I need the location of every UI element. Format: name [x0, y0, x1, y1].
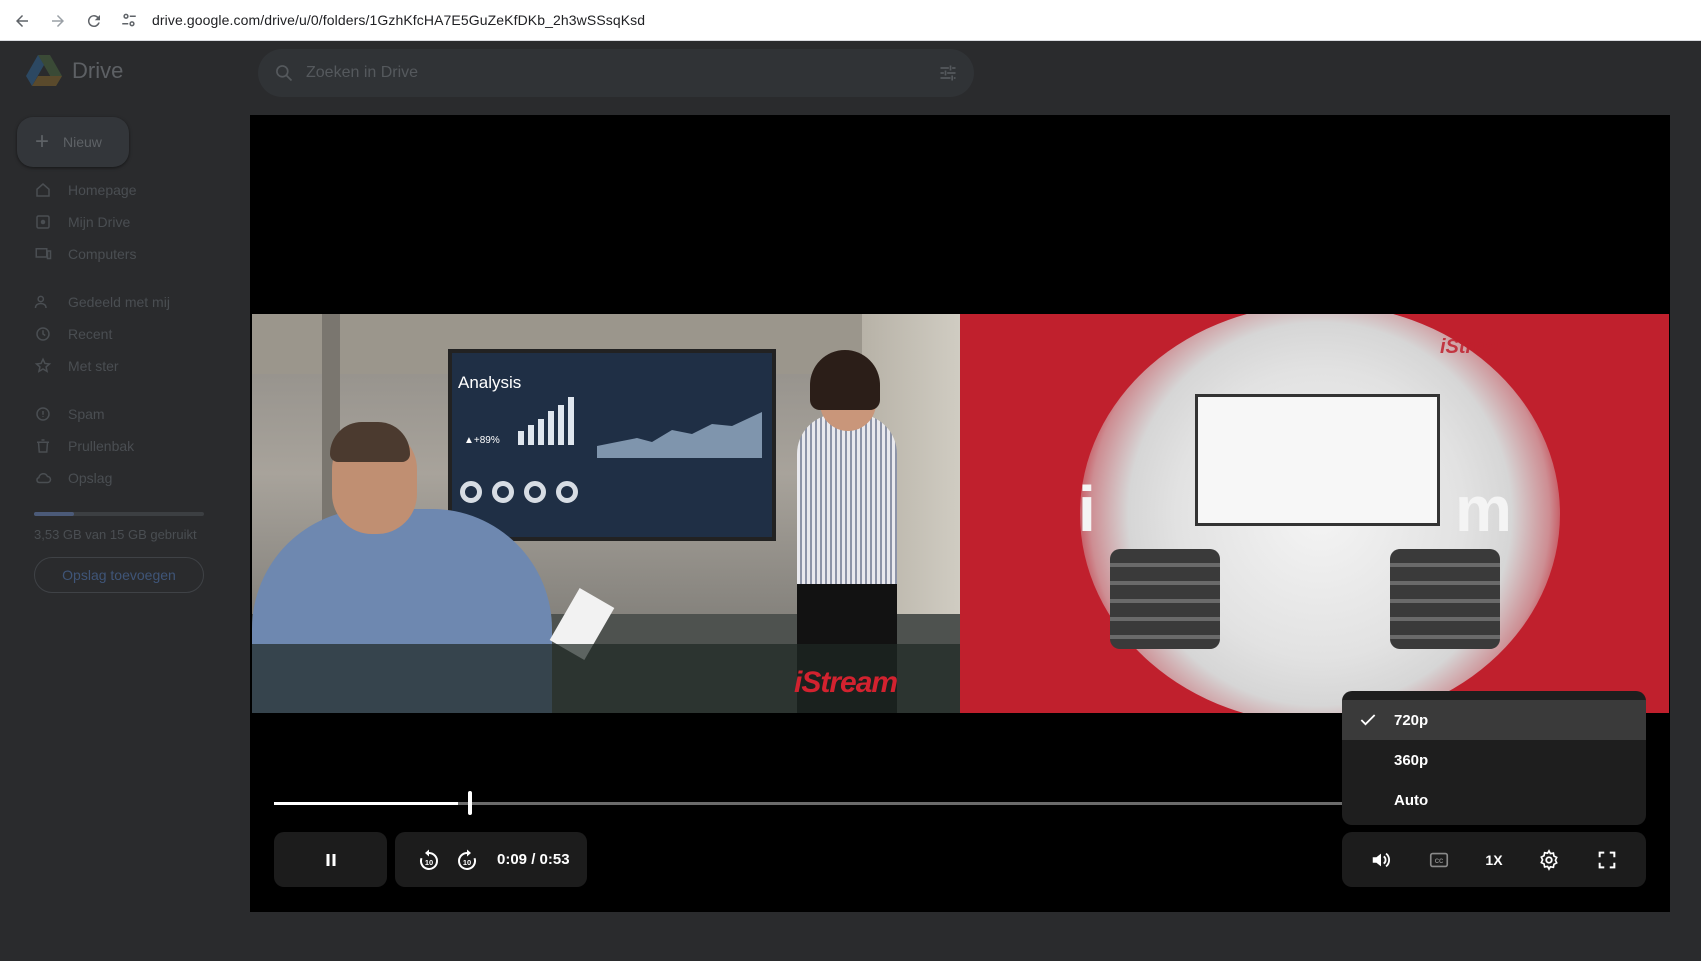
captions-icon: CC — [1429, 852, 1448, 867]
sidebar-item-label: Opslag — [68, 470, 113, 486]
quality-option-label: 360p — [1394, 751, 1429, 769]
sidebar-item-label: Gedeeld met mij — [68, 294, 170, 310]
cloud-icon — [36, 472, 52, 484]
svg-text:10: 10 — [425, 858, 433, 867]
gear-icon — [1540, 848, 1559, 871]
fullscreen-icon — [1598, 851, 1616, 868]
quality-option-label: 720p — [1394, 711, 1429, 729]
rewind-10-icon: 10 — [420, 849, 438, 870]
pause-icon — [326, 853, 335, 866]
pause-button[interactable] — [322, 851, 340, 869]
drive-logo-icon — [26, 55, 62, 86]
sidebar-item-homepage[interactable]: Homepage — [34, 181, 137, 199]
progress-played — [274, 802, 458, 805]
new-button-label: Nieuw — [63, 134, 102, 150]
forward-button[interactable] — [45, 8, 71, 34]
home-icon — [36, 183, 50, 197]
sidebar-item-storage[interactable]: Opslag — [34, 469, 112, 487]
sidebar-item-label: Recent — [68, 326, 113, 342]
sidebar-item-starred[interactable]: Met ster — [34, 357, 119, 375]
drive-icon — [36, 215, 50, 229]
time-display: 0:09 / 0:53 — [497, 851, 570, 868]
sidebar-item-computers[interactable]: Computers — [34, 245, 136, 263]
sidebar-item-my-drive[interactable]: Mijn Drive — [34, 213, 130, 231]
sidebar-item-label: Mijn Drive — [68, 214, 131, 230]
sidebar-item-spam[interactable]: Spam — [34, 405, 105, 423]
video-scene-theater: i m iStream — [960, 314, 1669, 713]
reload-button[interactable] — [81, 8, 107, 34]
quality-option-720p[interactable]: 720p — [1342, 700, 1646, 740]
computer-icon — [35, 248, 52, 260]
quality-menu: 720p 360p Auto — [1342, 691, 1646, 825]
rewind-10-button[interactable]: 10 — [417, 848, 441, 872]
forward-10-button[interactable]: 10 — [455, 848, 479, 872]
search-input[interactable]: Zoeken in Drive — [306, 64, 418, 82]
sidebar-item-trash[interactable]: Prullenbak — [34, 437, 134, 455]
tune-icon[interactable] — [120, 11, 138, 29]
reload-icon — [87, 15, 100, 28]
video-frame[interactable]: Analysis ▲+89% iStream i m iStream — [252, 314, 1669, 713]
duration: 0:53 — [539, 851, 570, 868]
settings-button[interactable] — [1538, 848, 1560, 871]
time-separator: / — [531, 851, 536, 868]
quality-option-label: Auto — [1394, 791, 1429, 809]
captions-button[interactable]: CC — [1428, 849, 1450, 871]
seek-time-group: 10 10 0:09 / 0:53 — [395, 832, 587, 887]
plus-icon: + — [35, 128, 50, 155]
volume-button[interactable] — [1370, 849, 1392, 871]
clock-icon — [36, 327, 50, 341]
new-button[interactable]: + Nieuw — [17, 117, 129, 167]
watermark-logo-right: iStream — [1440, 336, 1514, 358]
fullscreen-button[interactable] — [1596, 849, 1618, 871]
presentation-screen: Analysis ▲+89% — [448, 349, 776, 541]
drive-logo[interactable]: Drive — [26, 55, 123, 87]
screen-title: Analysis — [458, 373, 522, 392]
volume-icon — [1372, 852, 1390, 867]
play-pause-group — [274, 832, 387, 887]
add-storage-button[interactable]: Opslag toevoegen — [34, 557, 204, 593]
check-icon — [1342, 710, 1394, 730]
url-text[interactable]: drive.google.com/drive/u/0/folders/1GzhK… — [152, 12, 645, 28]
quality-option-360p[interactable]: 360p — [1342, 740, 1646, 780]
watermark-logo-left: iStream — [794, 666, 898, 699]
star-icon — [34, 357, 52, 373]
sidebar-item-shared[interactable]: Gedeeld met mij — [34, 293, 170, 311]
search-icon — [276, 65, 293, 82]
sidebar-item-recent[interactable]: Recent — [34, 325, 112, 343]
current-time: 0:09 — [497, 851, 528, 868]
sidebar-item-label: Computers — [68, 246, 137, 262]
people-icon — [34, 295, 47, 309]
screen-area-graph — [597, 412, 762, 458]
drive-app-name: Drive — [72, 58, 124, 83]
sidebar-item-label: Prullenbak — [68, 438, 135, 454]
svg-text:10: 10 — [463, 858, 471, 867]
storage-progress — [34, 512, 204, 516]
sidebar-item-label: Homepage — [68, 182, 137, 198]
trash-icon — [37, 439, 49, 453]
sidebar-item-label: Met ster — [68, 358, 119, 374]
arrow-left-icon — [16, 15, 28, 27]
storage-usage-text: 3,53 GB van 15 GB gebruikt — [34, 527, 197, 542]
browser-toolbar: drive.google.com/drive/u/0/folders/1GzhK… — [0, 0, 1701, 41]
back-button[interactable] — [9, 8, 35, 34]
address-bar[interactable]: drive.google.com/drive/u/0/folders/1GzhK… — [120, 5, 645, 35]
playback-speed-button[interactable]: 1X — [1485, 852, 1502, 868]
screen-bar-graph — [518, 397, 574, 445]
theater-screen — [1195, 394, 1440, 526]
progress-scrubber-handle[interactable] — [468, 791, 472, 815]
right-controls-group: CC 1X — [1342, 832, 1646, 887]
search-bar[interactable]: Zoeken in Drive — [258, 49, 974, 97]
filter-icon[interactable] — [938, 63, 958, 83]
video-player[interactable]: Analysis ▲+89% iStream i m iStream 10 10… — [250, 115, 1670, 912]
video-scene-office: Analysis ▲+89% iStream — [252, 314, 960, 713]
sidebar-item-label: Spam — [68, 406, 105, 422]
screen-stat: ▲+89% — [464, 435, 500, 446]
arrow-right-icon — [52, 15, 64, 27]
forward-10-icon: 10 — [458, 849, 476, 870]
spam-icon — [36, 407, 50, 421]
quality-option-auto[interactable]: Auto — [1342, 780, 1646, 820]
svg-text:CC: CC — [1434, 858, 1443, 864]
video-progress-bar[interactable] — [274, 802, 1354, 805]
